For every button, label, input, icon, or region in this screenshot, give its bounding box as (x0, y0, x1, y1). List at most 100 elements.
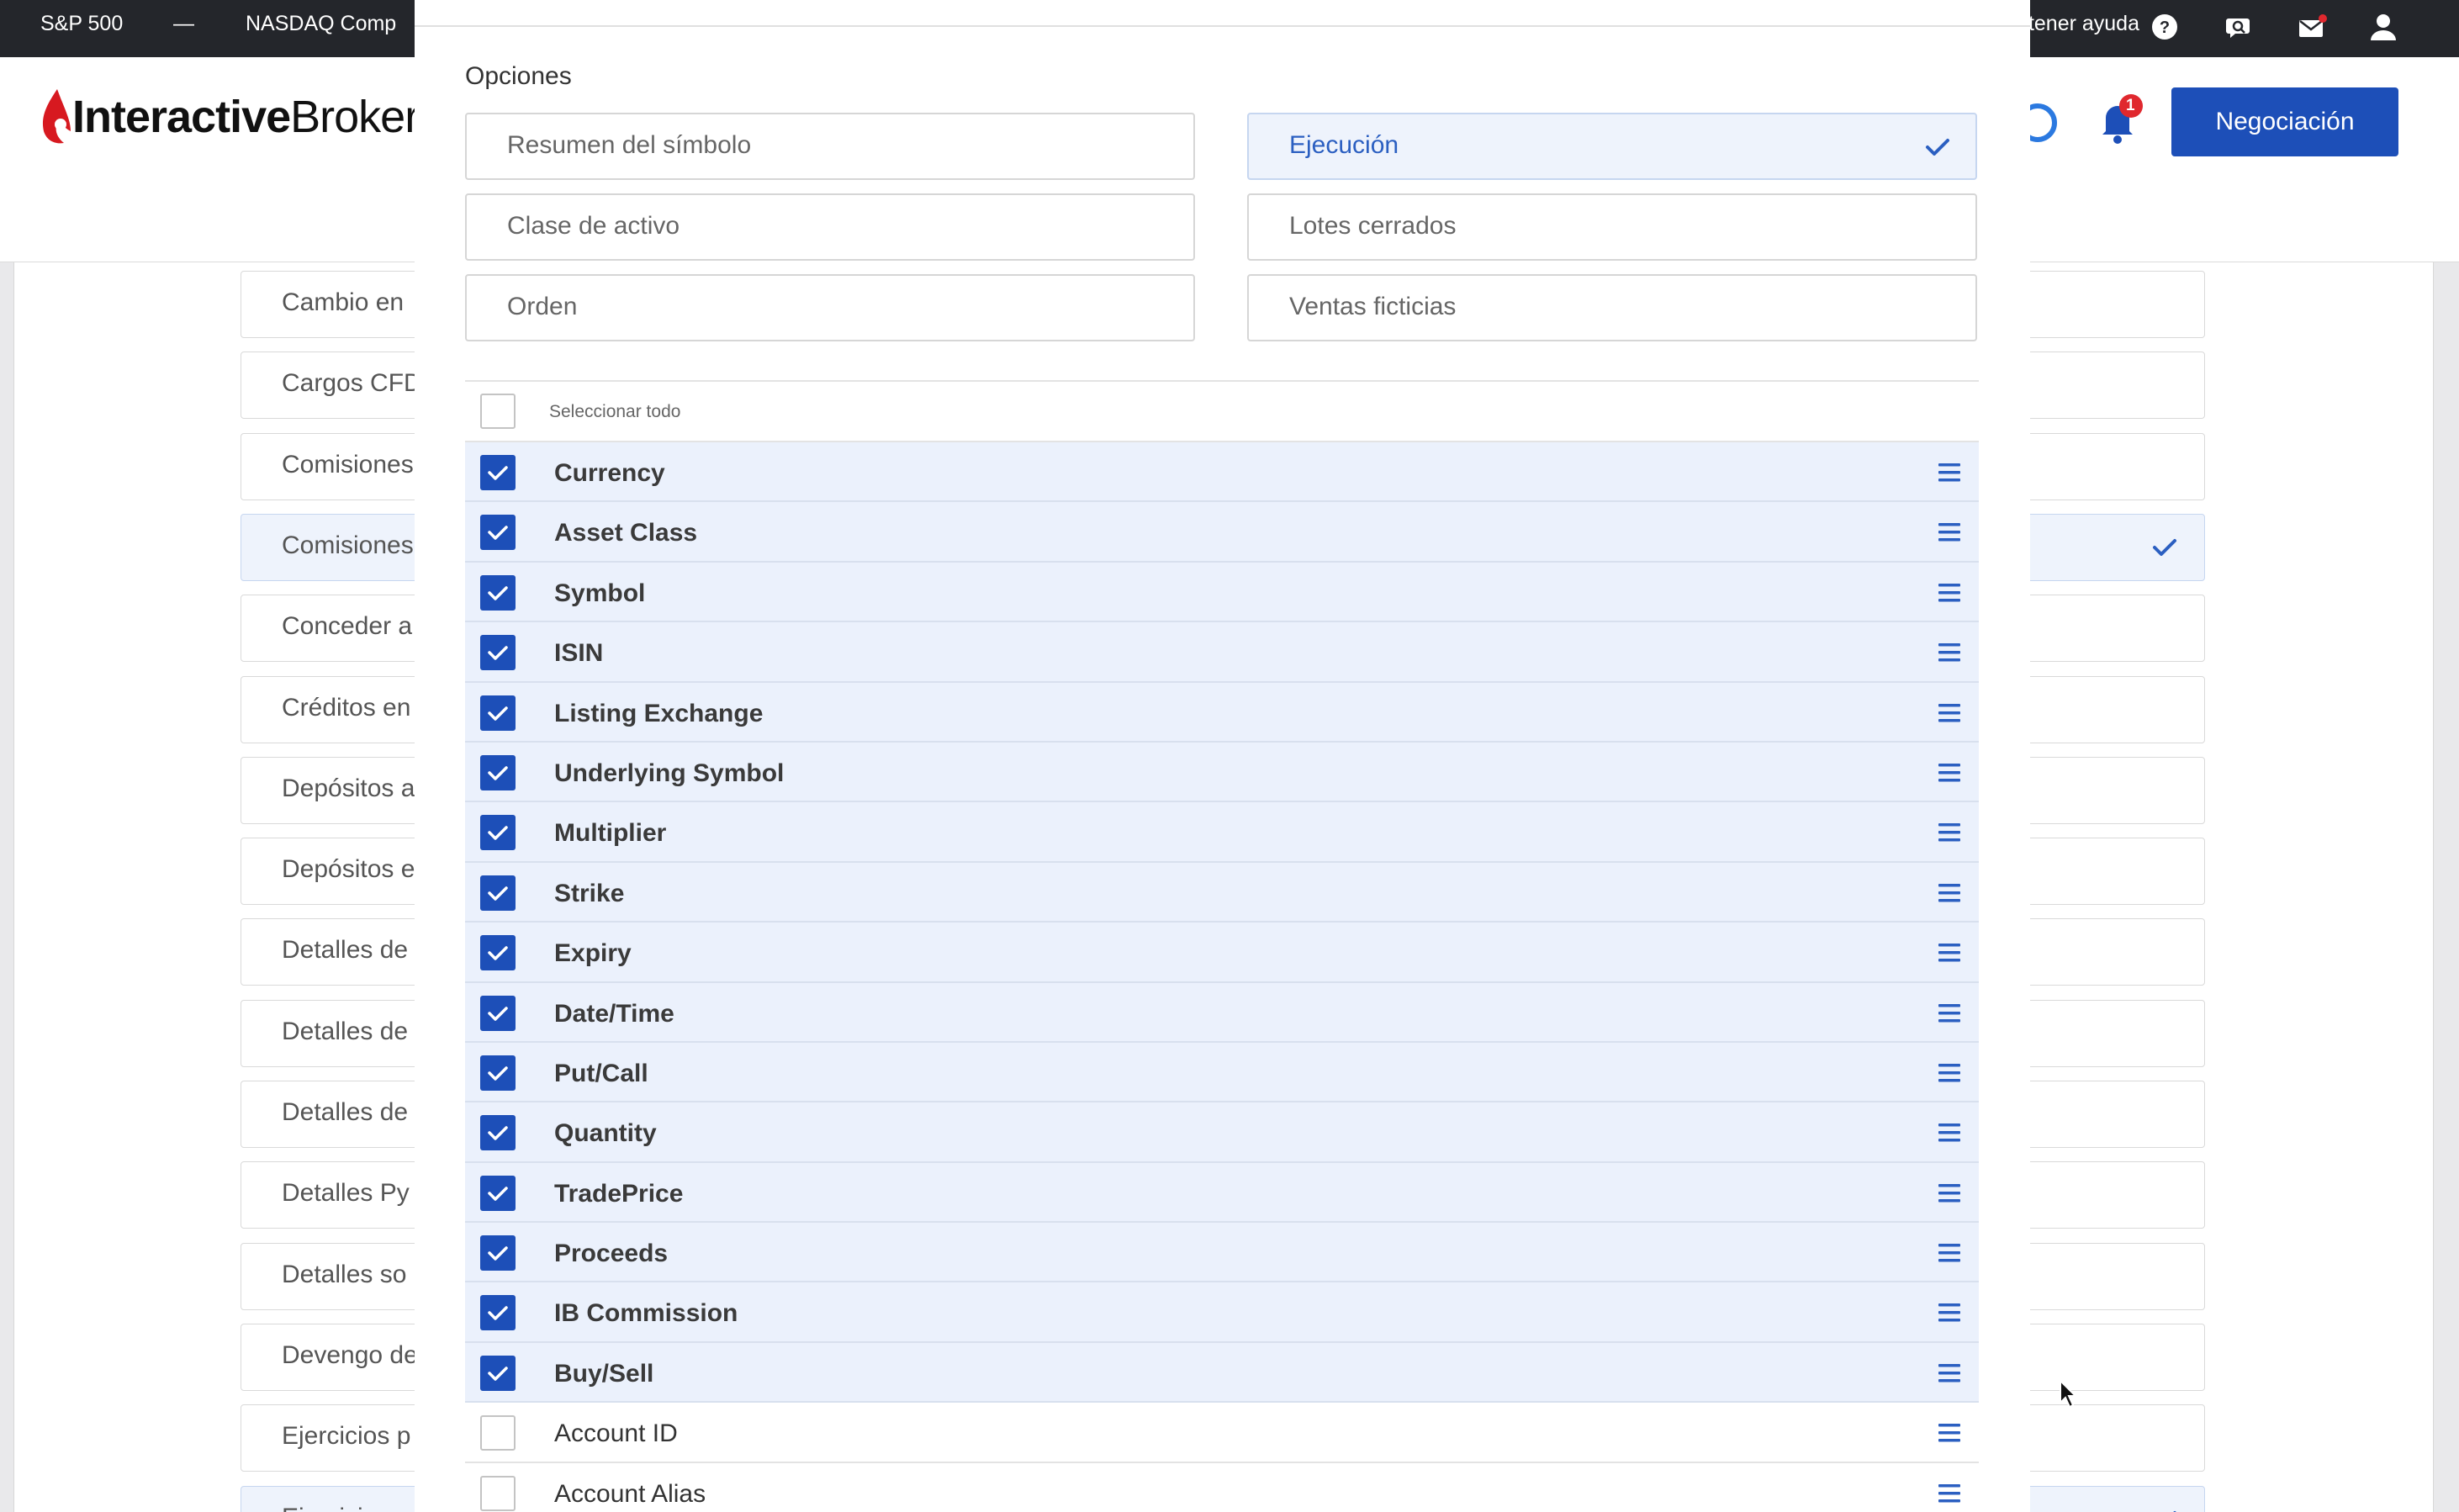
field-row-asset-class[interactable]: Asset Class (465, 502, 1979, 563)
field-row-ib-commission[interactable]: IB Commission (465, 1282, 1979, 1343)
mail-icon[interactable] (2298, 13, 2328, 46)
option-ejecuci-n[interactable]: Ejecución (1247, 113, 1977, 180)
option-ventas-ficticias[interactable]: Ventas ficticias (1247, 274, 1977, 341)
field-row-strike[interactable]: Strike (465, 862, 1979, 923)
field-row-date-time[interactable]: Date/Time (465, 982, 1979, 1043)
field-checkbox[interactable] (480, 635, 516, 671)
options-modal: Opciones Resumen del símbolo Ejecución Cla… (415, 0, 2030, 1512)
field-label: Account Alias (554, 1479, 706, 1508)
field-row-symbol[interactable]: Symbol (465, 562, 1979, 623)
option-label: Ejecución (1289, 131, 1399, 159)
select-all-checkbox[interactable] (480, 394, 516, 429)
field-checkbox[interactable] (480, 1175, 516, 1211)
flame-logo-icon (42, 89, 71, 144)
field-checkbox[interactable] (480, 1235, 516, 1271)
option-lotes-cerrados[interactable]: Lotes cerrados (1247, 193, 1977, 261)
field-checkbox[interactable] (480, 455, 516, 490)
field-row-listing-exchange[interactable]: Listing Exchange (465, 682, 1979, 743)
field-label: Asset Class (554, 519, 698, 547)
field-label: Proceeds (554, 1240, 669, 1268)
field-row-underlying-symbol[interactable]: Underlying Symbol (465, 742, 1979, 803)
drag-handle-icon[interactable] (1937, 701, 1962, 725)
report-row-label: Créditos en (282, 693, 411, 722)
field-checkbox[interactable] (480, 1415, 516, 1451)
user-icon[interactable] (2368, 12, 2398, 46)
drag-handle-icon[interactable] (1937, 581, 1962, 605)
drag-handle-icon[interactable] (1937, 1421, 1962, 1445)
field-label: Strike (554, 879, 625, 907)
report-row-label: Ejercicios (282, 1504, 389, 1512)
field-checkbox[interactable] (480, 1475, 516, 1511)
drag-handle-icon[interactable] (1937, 1301, 1962, 1324)
field-row-account-alias[interactable]: Account Alias (465, 1462, 1979, 1512)
field-checkbox[interactable] (480, 574, 516, 611)
report-row-label: Conceder a (282, 612, 413, 641)
field-row-expiry[interactable]: Expiry (465, 923, 1979, 983)
field-row-put-call[interactable]: Put/Call (465, 1042, 1979, 1103)
field-checkbox[interactable] (480, 995, 516, 1031)
drag-handle-icon[interactable] (1937, 641, 1962, 664)
drag-handle-icon[interactable] (1937, 1361, 1962, 1385)
field-row-multiplier[interactable]: Multiplier (465, 802, 1979, 863)
field-row-quantity[interactable]: Quantity (465, 1102, 1979, 1163)
ticker-sp500[interactable]: S&P 500 (40, 12, 123, 36)
field-label: Buy/Sell (554, 1359, 654, 1388)
drag-handle-icon[interactable] (1937, 1482, 1962, 1505)
drag-handle-icon[interactable] (1937, 821, 1962, 844)
field-label: Multiplier (554, 819, 667, 848)
field-checkbox[interactable] (480, 515, 516, 551)
checkmark-icon (2150, 1505, 2179, 1512)
field-label: ISIN (554, 639, 604, 668)
drag-handle-icon[interactable] (1937, 1002, 1962, 1025)
report-row-label: Detalles so (282, 1260, 407, 1288)
drag-handle-icon[interactable] (1937, 1061, 1962, 1085)
bell-icon[interactable]: 1 (2094, 93, 2148, 152)
field-checkbox[interactable] (480, 754, 516, 790)
field-row-currency[interactable]: Currency (465, 442, 1979, 503)
field-checkbox[interactable] (480, 695, 516, 731)
report-row-label: Detalles Py (282, 1179, 410, 1208)
option-label: Orden (507, 293, 578, 320)
field-row-proceeds[interactable]: Proceeds (465, 1223, 1979, 1283)
drag-handle-icon[interactable] (1937, 1241, 1962, 1265)
field-checkbox[interactable] (480, 1115, 516, 1151)
field-checkbox[interactable] (480, 815, 516, 851)
notification-badge: 1 (2126, 97, 2135, 114)
field-checkbox[interactable] (480, 875, 516, 911)
report-row-label: Devengo de (282, 1340, 418, 1369)
drag-handle-icon[interactable] (1937, 761, 1962, 785)
field-checkbox[interactable] (480, 1295, 516, 1331)
report-row-label: Cambio en (282, 288, 405, 316)
ticker-nasdaq[interactable]: NASDAQ Comp (246, 12, 396, 36)
modal-divider (415, 25, 2030, 27)
option-resumen-del-s-mbolo[interactable]: Resumen del símbolo (465, 113, 1195, 180)
drag-handle-icon[interactable] (1937, 1121, 1962, 1145)
field-checkbox[interactable] (480, 1055, 516, 1091)
report-row-label: Comisiones (282, 450, 414, 478)
report-row-label: Comisiones (282, 531, 414, 559)
ticker-separator: — (173, 12, 194, 35)
option-orden[interactable]: Orden (465, 274, 1195, 341)
field-row-isin[interactable]: ISIN (465, 622, 1979, 683)
drag-handle-icon[interactable] (1937, 521, 1962, 544)
field-checkbox[interactable] (480, 1355, 516, 1391)
option-label: Lotes cerrados (1289, 212, 1457, 240)
field-label: Currency (554, 459, 665, 487)
help-label: Obtener ayuda (2030, 12, 2139, 35)
field-row-buy-sell[interactable]: Buy/Sell (465, 1342, 1979, 1404)
field-label: Underlying Symbol (554, 759, 785, 787)
drag-handle-icon[interactable] (1937, 941, 1962, 965)
drag-handle-icon[interactable] (1937, 1182, 1962, 1205)
field-row-tradeprice[interactable]: TradePrice (465, 1162, 1979, 1224)
select-all-row[interactable]: Seleccionar todo (465, 380, 1979, 442)
field-list: Currency Asset Class Symbol ISIN Listing Exc… (465, 442, 1979, 1512)
drag-handle-icon[interactable] (1937, 461, 1962, 484)
report-row-label: Ejercicios p (282, 1422, 411, 1451)
field-row-account-id[interactable]: Account ID (465, 1403, 1979, 1463)
chat-search-icon[interactable] (2225, 13, 2254, 46)
ib-logo[interactable]: Interactive Brokers (39, 87, 442, 146)
option-clase-de-activo[interactable]: Clase de activo (465, 193, 1195, 261)
field-checkbox[interactable] (480, 935, 516, 971)
trade-button[interactable]: Negociación (2171, 87, 2398, 156)
drag-handle-icon[interactable] (1937, 881, 1962, 905)
